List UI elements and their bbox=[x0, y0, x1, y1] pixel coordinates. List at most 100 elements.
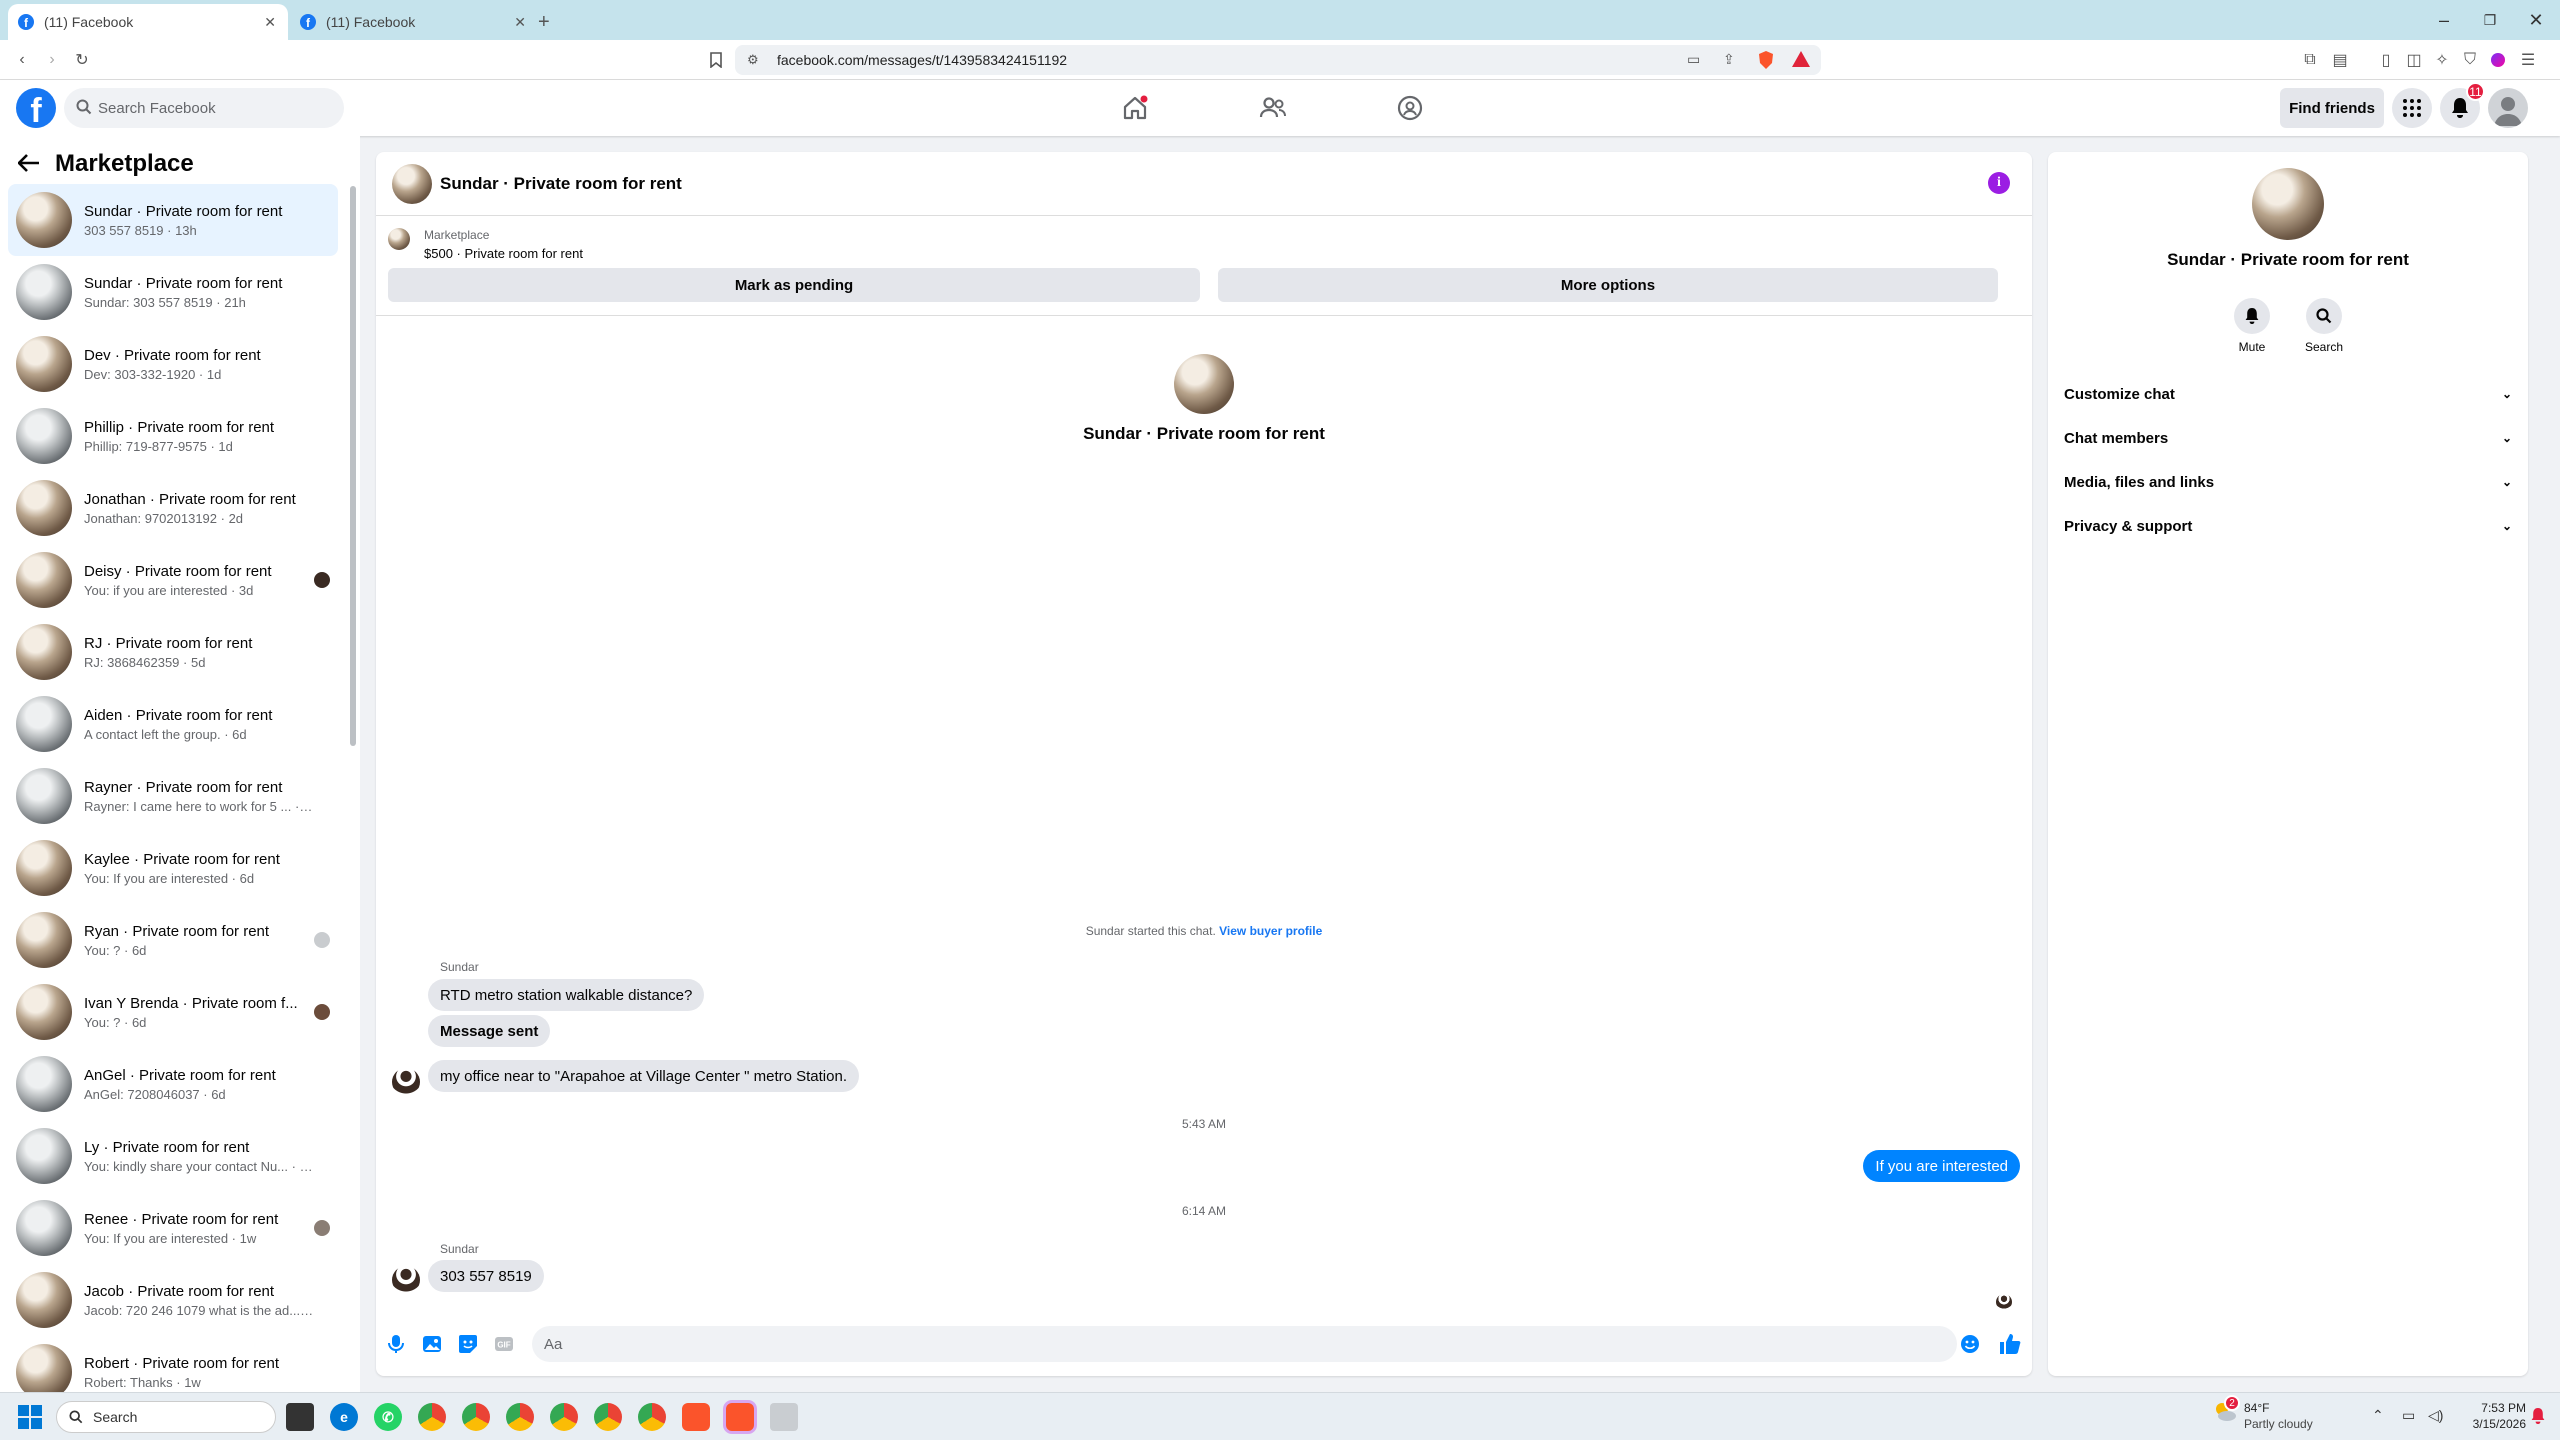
mark-as-pending-button[interactable]: Mark as pending bbox=[388, 268, 1200, 302]
reload-icon[interactable]: ↻ bbox=[72, 50, 92, 70]
conversation-item[interactable]: Sundar · Private room for rent Sundar: 30… bbox=[8, 256, 338, 328]
close-window-icon[interactable]: ✕ bbox=[2512, 0, 2560, 40]
like-icon[interactable] bbox=[1998, 1332, 2022, 1356]
conversation-item[interactable]: Kaylee · Private room for rent You: If yo… bbox=[8, 832, 338, 904]
volume-icon[interactable]: ◁) bbox=[2428, 1407, 2443, 1424]
account-avatar-button[interactable] bbox=[2488, 88, 2528, 128]
app-icon[interactable] bbox=[770, 1403, 798, 1431]
notification-bell-icon[interactable] bbox=[2530, 1407, 2548, 1425]
facebook-logo[interactable]: f bbox=[16, 88, 56, 128]
conversation-item[interactable]: Ryan · Private room for rent You: ? · 6d bbox=[8, 904, 338, 976]
brave-icon[interactable] bbox=[682, 1403, 710, 1431]
conversation-item[interactable]: Ivan Y Brenda · Private room f... You: ? … bbox=[8, 976, 338, 1048]
scrollbar[interactable] bbox=[350, 186, 356, 746]
brave-rewards-icon[interactable] bbox=[1791, 50, 1811, 70]
conversation-item[interactable]: RJ · Private room for rent RJ: 3868462359… bbox=[8, 616, 338, 688]
windows-start-icon[interactable] bbox=[18, 1405, 42, 1429]
chrome-icon[interactable] bbox=[506, 1403, 534, 1431]
chrome-icon[interactable] bbox=[462, 1403, 490, 1431]
profile-avatar[interactable] bbox=[1174, 354, 1234, 414]
profile-extension-icon[interactable] bbox=[2488, 50, 2508, 70]
brave-icon-active[interactable] bbox=[726, 1403, 754, 1431]
chat-title[interactable]: Sundar · Private room for rent bbox=[440, 174, 682, 194]
emoji-icon[interactable] bbox=[1958, 1332, 1982, 1356]
conversation-item[interactable]: Rayner · Private room for rent Rayner: I … bbox=[8, 760, 338, 832]
menu-grid-button[interactable] bbox=[2392, 88, 2432, 128]
close-tab-icon[interactable]: ✕ bbox=[264, 14, 276, 31]
task-view-icon[interactable] bbox=[286, 1403, 314, 1431]
find-friends-button[interactable]: Find friends bbox=[2280, 88, 2384, 128]
privacy-support-section[interactable]: Privacy & support ⌄ bbox=[2064, 504, 2512, 548]
customize-chat-section[interactable]: Customize chat ⌄ bbox=[2064, 372, 2512, 416]
forward-icon[interactable]: › bbox=[42, 50, 62, 70]
home-icon[interactable] bbox=[1115, 90, 1155, 126]
weather-icon[interactable]: 2 bbox=[2212, 1395, 2242, 1429]
message-bubble[interactable]: Message sent bbox=[428, 1015, 551, 1047]
sticker-icon[interactable] bbox=[456, 1332, 480, 1356]
conversation-item[interactable]: Dev · Private room for rent Dev: 303-332-… bbox=[8, 328, 338, 400]
conversation-item[interactable]: Renee · Private room for rent You: If you… bbox=[8, 1192, 338, 1264]
browser-tab-active[interactable]: f (11) Facebook ✕ bbox=[8, 4, 288, 40]
listing-price[interactable]: $500 · Private room for rent bbox=[424, 246, 583, 261]
wallet-icon[interactable]: ◫ bbox=[2404, 50, 2424, 70]
media-files-links-section[interactable]: Media, files and links ⌄ bbox=[2064, 460, 2512, 504]
close-tab-icon[interactable]: ✕ bbox=[514, 14, 526, 31]
message-bubble[interactable]: 303 557 8519 bbox=[428, 1260, 544, 1292]
groups-icon[interactable] bbox=[1390, 90, 1430, 126]
chrome-icon[interactable] bbox=[638, 1403, 666, 1431]
conversation-item[interactable]: Phillip · Private room for rent Phillip: … bbox=[8, 400, 338, 472]
tray-chevron-icon[interactable]: ⌃ bbox=[2372, 1407, 2384, 1424]
back-icon[interactable]: ‹ bbox=[12, 50, 32, 70]
whatsapp-icon[interactable]: ✆ bbox=[374, 1403, 402, 1431]
info-icon[interactable]: i bbox=[1988, 172, 2010, 194]
message-bubble[interactable]: my office near to "Arapahoe at Village C… bbox=[428, 1060, 859, 1092]
brave-shield-icon[interactable] bbox=[1757, 50, 1777, 70]
network-icon[interactable]: ▭ bbox=[2402, 1407, 2415, 1424]
browser-tab[interactable]: f (11) Facebook ✕ bbox=[290, 4, 538, 40]
details-avatar[interactable] bbox=[2252, 168, 2324, 240]
chrome-icon[interactable] bbox=[550, 1403, 578, 1431]
back-arrow-icon[interactable] bbox=[18, 154, 40, 172]
extensions-icon[interactable]: ⧉ bbox=[2300, 50, 2320, 70]
view-buyer-profile-link[interactable]: View buyer profile bbox=[1219, 924, 1322, 938]
bookmark-icon[interactable] bbox=[706, 50, 726, 70]
site-info-icon[interactable]: ⚙ bbox=[747, 52, 759, 68]
conversation-item[interactable]: Jacob · Private room for rent Jacob: 720 … bbox=[8, 1264, 338, 1336]
gif-icon[interactable]: GIF bbox=[492, 1332, 516, 1356]
reading-list-icon[interactable]: ▤ bbox=[2330, 50, 2350, 70]
menu-icon[interactable]: ☰ bbox=[2518, 50, 2538, 70]
conversation-item[interactable]: AnGel · Private room for rent AnGel: 7208… bbox=[8, 1048, 338, 1120]
new-tab-button[interactable]: + bbox=[538, 4, 558, 40]
sidebar-icon[interactable]: ▯ bbox=[2376, 50, 2396, 70]
clock-date[interactable]: 3/15/2026 bbox=[2452, 1417, 2526, 1431]
message-input[interactable]: Aa bbox=[532, 1326, 1957, 1362]
leo-ai-icon[interactable]: ✧ bbox=[2432, 50, 2452, 70]
minimize-icon[interactable]: – bbox=[2420, 0, 2468, 40]
chrome-icon[interactable] bbox=[418, 1403, 446, 1431]
chat-members-section[interactable]: Chat members ⌄ bbox=[2064, 416, 2512, 460]
listing-thumbnail[interactable] bbox=[388, 228, 410, 250]
notifications-button[interactable]: 11 bbox=[2440, 82, 2485, 128]
cast-icon[interactable]: ▭ bbox=[1687, 51, 1700, 68]
clock-time[interactable]: 7:53 PM bbox=[2470, 1401, 2526, 1415]
conversation-item[interactable]: Aiden · Private room for rent A contact l… bbox=[8, 688, 338, 760]
message-bubble[interactable]: RTD metro station walkable distance? bbox=[428, 979, 705, 1011]
my-message-bubble[interactable]: If you are interested bbox=[1863, 1150, 2020, 1182]
friends-icon[interactable] bbox=[1253, 90, 1293, 126]
mute-button[interactable]: Mute bbox=[2216, 298, 2288, 354]
share-icon[interactable]: ⇪ bbox=[1723, 51, 1735, 68]
more-options-button[interactable]: More options bbox=[1218, 268, 1998, 302]
restore-icon[interactable]: ❐ bbox=[2466, 0, 2514, 40]
conversation-item[interactable]: Sundar · Private room for rent 303 557 85… bbox=[8, 184, 338, 256]
chat-avatar[interactable] bbox=[392, 164, 432, 204]
microphone-icon[interactable] bbox=[384, 1332, 408, 1356]
conversation-item[interactable]: Deisy · Private room for rent You: if you… bbox=[8, 544, 338, 616]
sender-avatar[interactable] bbox=[392, 1266, 420, 1294]
vpn-icon[interactable]: ⛉ bbox=[2460, 50, 2480, 70]
edge-icon[interactable]: e bbox=[330, 1403, 358, 1431]
address-bar[interactable]: ⚙ facebook.com/messages/t/14395834241511… bbox=[735, 45, 1821, 75]
photo-icon[interactable] bbox=[420, 1332, 444, 1356]
conversation-item[interactable]: Ly · Private room for rent You: kindly sh… bbox=[8, 1120, 338, 1192]
search-in-conversation-button[interactable]: Search bbox=[2288, 298, 2360, 354]
conversation-item[interactable]: Jonathan · Private room for rent Jonathan… bbox=[8, 472, 338, 544]
